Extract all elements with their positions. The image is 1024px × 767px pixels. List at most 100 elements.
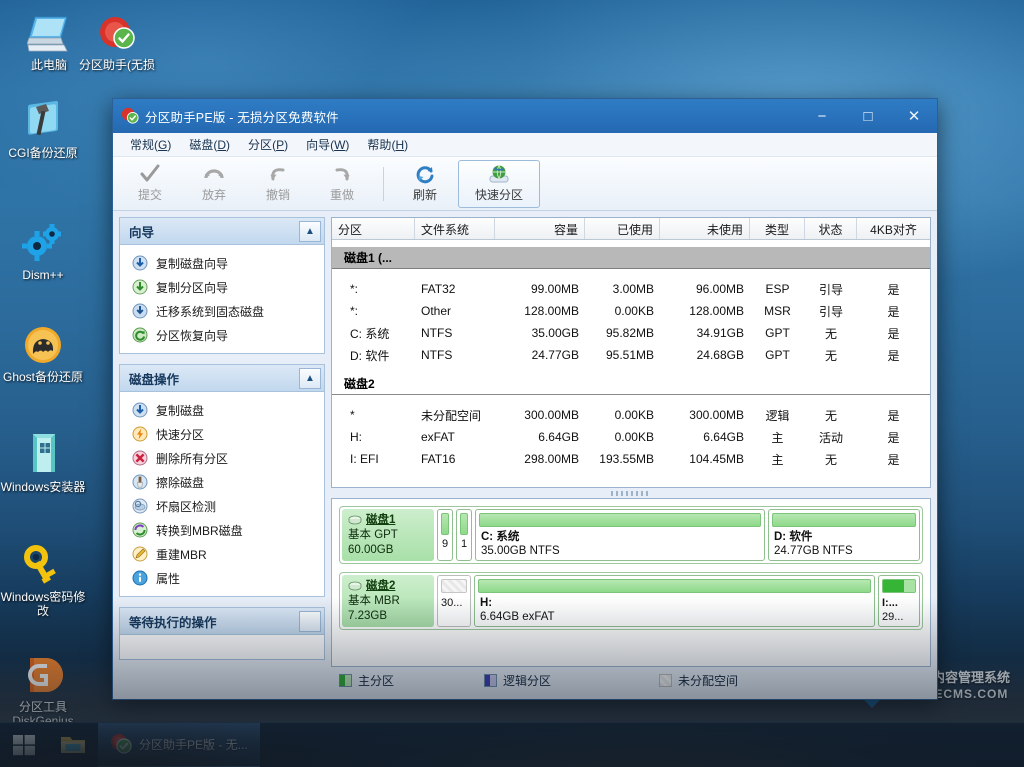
wipe-icon: [132, 474, 148, 490]
desktop-icon-dism-plus[interactable]: Dism++: [0, 218, 86, 282]
toolbar-label: 刷新: [412, 188, 437, 202]
disk-blue-icon: [132, 255, 148, 271]
cell-partition: *:: [350, 304, 359, 318]
menu-general[interactable]: 常规(G): [121, 133, 180, 156]
close-button[interactable]: ✕: [891, 99, 937, 133]
cell-filesystem: NTFS: [421, 348, 453, 362]
panel-splitter[interactable]: [331, 488, 931, 498]
cell-partition: D: 软件: [350, 348, 390, 363]
cell-status: 无: [824, 452, 837, 467]
sidebar-item-partition-recovery-wizard[interactable]: 分区恢复向导: [120, 323, 324, 347]
toolbar: 提交 放弃 撤销 重做 刷新 快速分区: [113, 157, 937, 211]
cell-capacity: 128.00MB: [524, 304, 579, 318]
taskbar-item-label: 分区助手PE版 - 无...: [139, 737, 248, 752]
sidebar-item-copy-partition-wizard[interactable]: 复制分区向导: [120, 275, 324, 299]
disk2-map[interactable]: 磁盘2 基本 MBR 7.23GB 30... H: 6.64GB exFAT …: [339, 572, 923, 630]
legend-unallocated-swatch: [659, 673, 672, 687]
d-partition[interactable]: D: 软件 24.77GB NTFS: [768, 509, 920, 561]
table-row[interactable]: H: exFAT 6.64GB 0.00KB 6.64GB 主 活动 是: [332, 426, 930, 448]
start-button[interactable]: [0, 723, 48, 767]
toolbar-discard-button[interactable]: 放弃: [183, 160, 245, 208]
col-partition[interactable]: 分区: [332, 218, 415, 239]
folder-icon: [61, 737, 85, 753]
cell-partition: I: EFI: [350, 452, 379, 466]
desktop-icon-diskgenius[interactable]: 分区工具 DiskGenius: [0, 650, 86, 728]
partition-assistant-icon: [111, 734, 132, 754]
col-align4k[interactable]: 4KB对齐: [857, 218, 930, 239]
desktop-icon-windows-password[interactable]: Windows密码修改: [0, 540, 86, 618]
cell-used: 95.82MB: [605, 326, 654, 340]
table-row[interactable]: *: FAT32 99.00MB 3.00MB 96.00MB ESP 引导 是: [332, 278, 930, 300]
menu-help[interactable]: 帮助(H): [358, 133, 417, 156]
toolbar-redo-button[interactable]: 重做: [311, 160, 373, 208]
col-filesystem[interactable]: 文件系统: [415, 218, 495, 239]
col-capacity[interactable]: 容量: [495, 218, 585, 239]
maximize-button[interactable]: □: [845, 99, 891, 133]
i-efi-partition-sub: 29...: [882, 611, 904, 623]
msr-partition[interactable]: 1: [456, 509, 472, 561]
sidebar-item-convert-to-mbr[interactable]: 转换到MBR磁盘: [120, 518, 324, 542]
sidebar-item-rebuild-mbr[interactable]: 重建MBR: [120, 542, 324, 566]
desktop-icon-ghost-backup[interactable]: Ghost备份还原: [0, 320, 86, 384]
menu-disk[interactable]: 磁盘(D): [180, 133, 239, 156]
col-used[interactable]: 已使用: [585, 218, 660, 239]
sidebar-item-properties[interactable]: 属性: [120, 566, 324, 590]
desktop-icon-cgi-backup[interactable]: CGI备份还原: [0, 96, 86, 160]
cell-type: 主: [771, 430, 784, 445]
key-icon: [0, 540, 86, 586]
pending-operations-title: 等待执行的操作: [129, 615, 217, 630]
menu-partition[interactable]: 分区(P): [239, 133, 297, 156]
table-row[interactable]: * 未分配空间 300.00MB 0.00KB 300.00MB 逻辑 无 是: [332, 404, 930, 426]
minimize-button[interactable]: −: [799, 99, 845, 133]
cell-free: 300.00MB: [689, 408, 744, 422]
toolbar-quick-partition-button[interactable]: 快速分区: [458, 159, 540, 208]
esp-partition[interactable]: 9: [437, 509, 453, 561]
cell-status: 无: [824, 348, 837, 363]
desktop-icon-windows-installer[interactable]: Windows安装器: [0, 430, 86, 494]
chevron-up-icon[interactable]: [299, 610, 321, 632]
col-status[interactable]: 状态: [805, 218, 857, 239]
disk1-info: 磁盘1 基本 GPT 60.00GB: [342, 509, 434, 561]
i-efi-partition[interactable]: I:... 29...: [878, 575, 920, 627]
undo-circle-icon: [204, 169, 224, 179]
sidebar-item-delete-all-partitions[interactable]: 删除所有分区: [120, 446, 324, 470]
disk2-scheme: 基本 MBR: [348, 595, 400, 607]
chevron-up-icon[interactable]: ▲: [299, 220, 321, 242]
menu-wizard[interactable]: 向导(W): [297, 133, 358, 156]
disk-group-header-1[interactable]: 磁盘1 (...: [332, 247, 930, 269]
table-row[interactable]: *: Other 128.00MB 0.00KB 128.00MB MSR 引导…: [332, 300, 930, 322]
disk1-label: 磁盘1: [366, 514, 396, 526]
toolbar-label: 提交: [137, 188, 162, 202]
toolbar-commit-button[interactable]: 提交: [119, 160, 181, 208]
table-row[interactable]: D: 软件 NTFS 24.77GB 95.51MB 24.68GB GPT 无…: [332, 344, 930, 366]
col-free[interactable]: 未使用: [660, 218, 750, 239]
sidebar-item-label: 复制分区向导: [156, 280, 229, 295]
disk-platter-icon: [348, 581, 362, 591]
sidebar-item-quick-partition[interactable]: 快速分区: [120, 422, 324, 446]
taskbar-explorer[interactable]: [48, 723, 98, 767]
taskbar-partition-assistant[interactable]: 分区助手PE版 - 无...: [98, 722, 260, 767]
c-partition[interactable]: C: 系统 35.00GB NTFS: [475, 509, 765, 561]
sidebar-item-copy-disk[interactable]: 复制磁盘: [120, 398, 324, 422]
disk-group-header-2[interactable]: 磁盘2: [332, 373, 930, 395]
sidebar-item-migrate-os-ssd[interactable]: 迁移系统到固态磁盘: [120, 299, 324, 323]
c-partition-title: C: 系统: [481, 531, 520, 543]
sidebar-item-label: 坏扇区检测: [156, 499, 217, 514]
sidebar-item-bad-sector-check[interactable]: 坏扇区检测: [120, 494, 324, 518]
table-row[interactable]: C: 系统 NTFS 35.00GB 95.82MB 34.91GB GPT 无…: [332, 322, 930, 344]
desktop-icon-partition-assistant[interactable]: 分区助手(无损: [74, 8, 160, 72]
h-partition[interactable]: H: 6.64GB exFAT: [474, 575, 875, 627]
sidebar-item-copy-disk-wizard[interactable]: 复制磁盘向导: [120, 251, 324, 275]
sidebar-item-wipe-disk[interactable]: 擦除磁盘: [120, 470, 324, 494]
gears-icon: [0, 218, 86, 264]
toolbar-undo-button[interactable]: 撤销: [247, 160, 309, 208]
disk1-map[interactable]: 磁盘1 基本 GPT 60.00GB 9 1 C: 系统 35.00GB NTF…: [339, 506, 923, 564]
cell-filesystem: exFAT: [421, 430, 455, 444]
menu-bar: 常规(G) 磁盘(D) 分区(P) 向导(W) 帮助(H): [113, 133, 937, 157]
table-row[interactable]: I: EFI FAT16 298.00MB 193.55MB 104.45MB …: [332, 448, 930, 470]
disk-map-panel: 磁盘1 基本 GPT 60.00GB 9 1 C: 系统 35.00GB NTF…: [331, 498, 931, 667]
col-type[interactable]: 类型: [750, 218, 805, 239]
chevron-up-icon[interactable]: ▲: [299, 367, 321, 389]
unallocated-partition[interactable]: 30...: [437, 575, 471, 627]
toolbar-refresh-button[interactable]: 刷新: [394, 160, 456, 208]
